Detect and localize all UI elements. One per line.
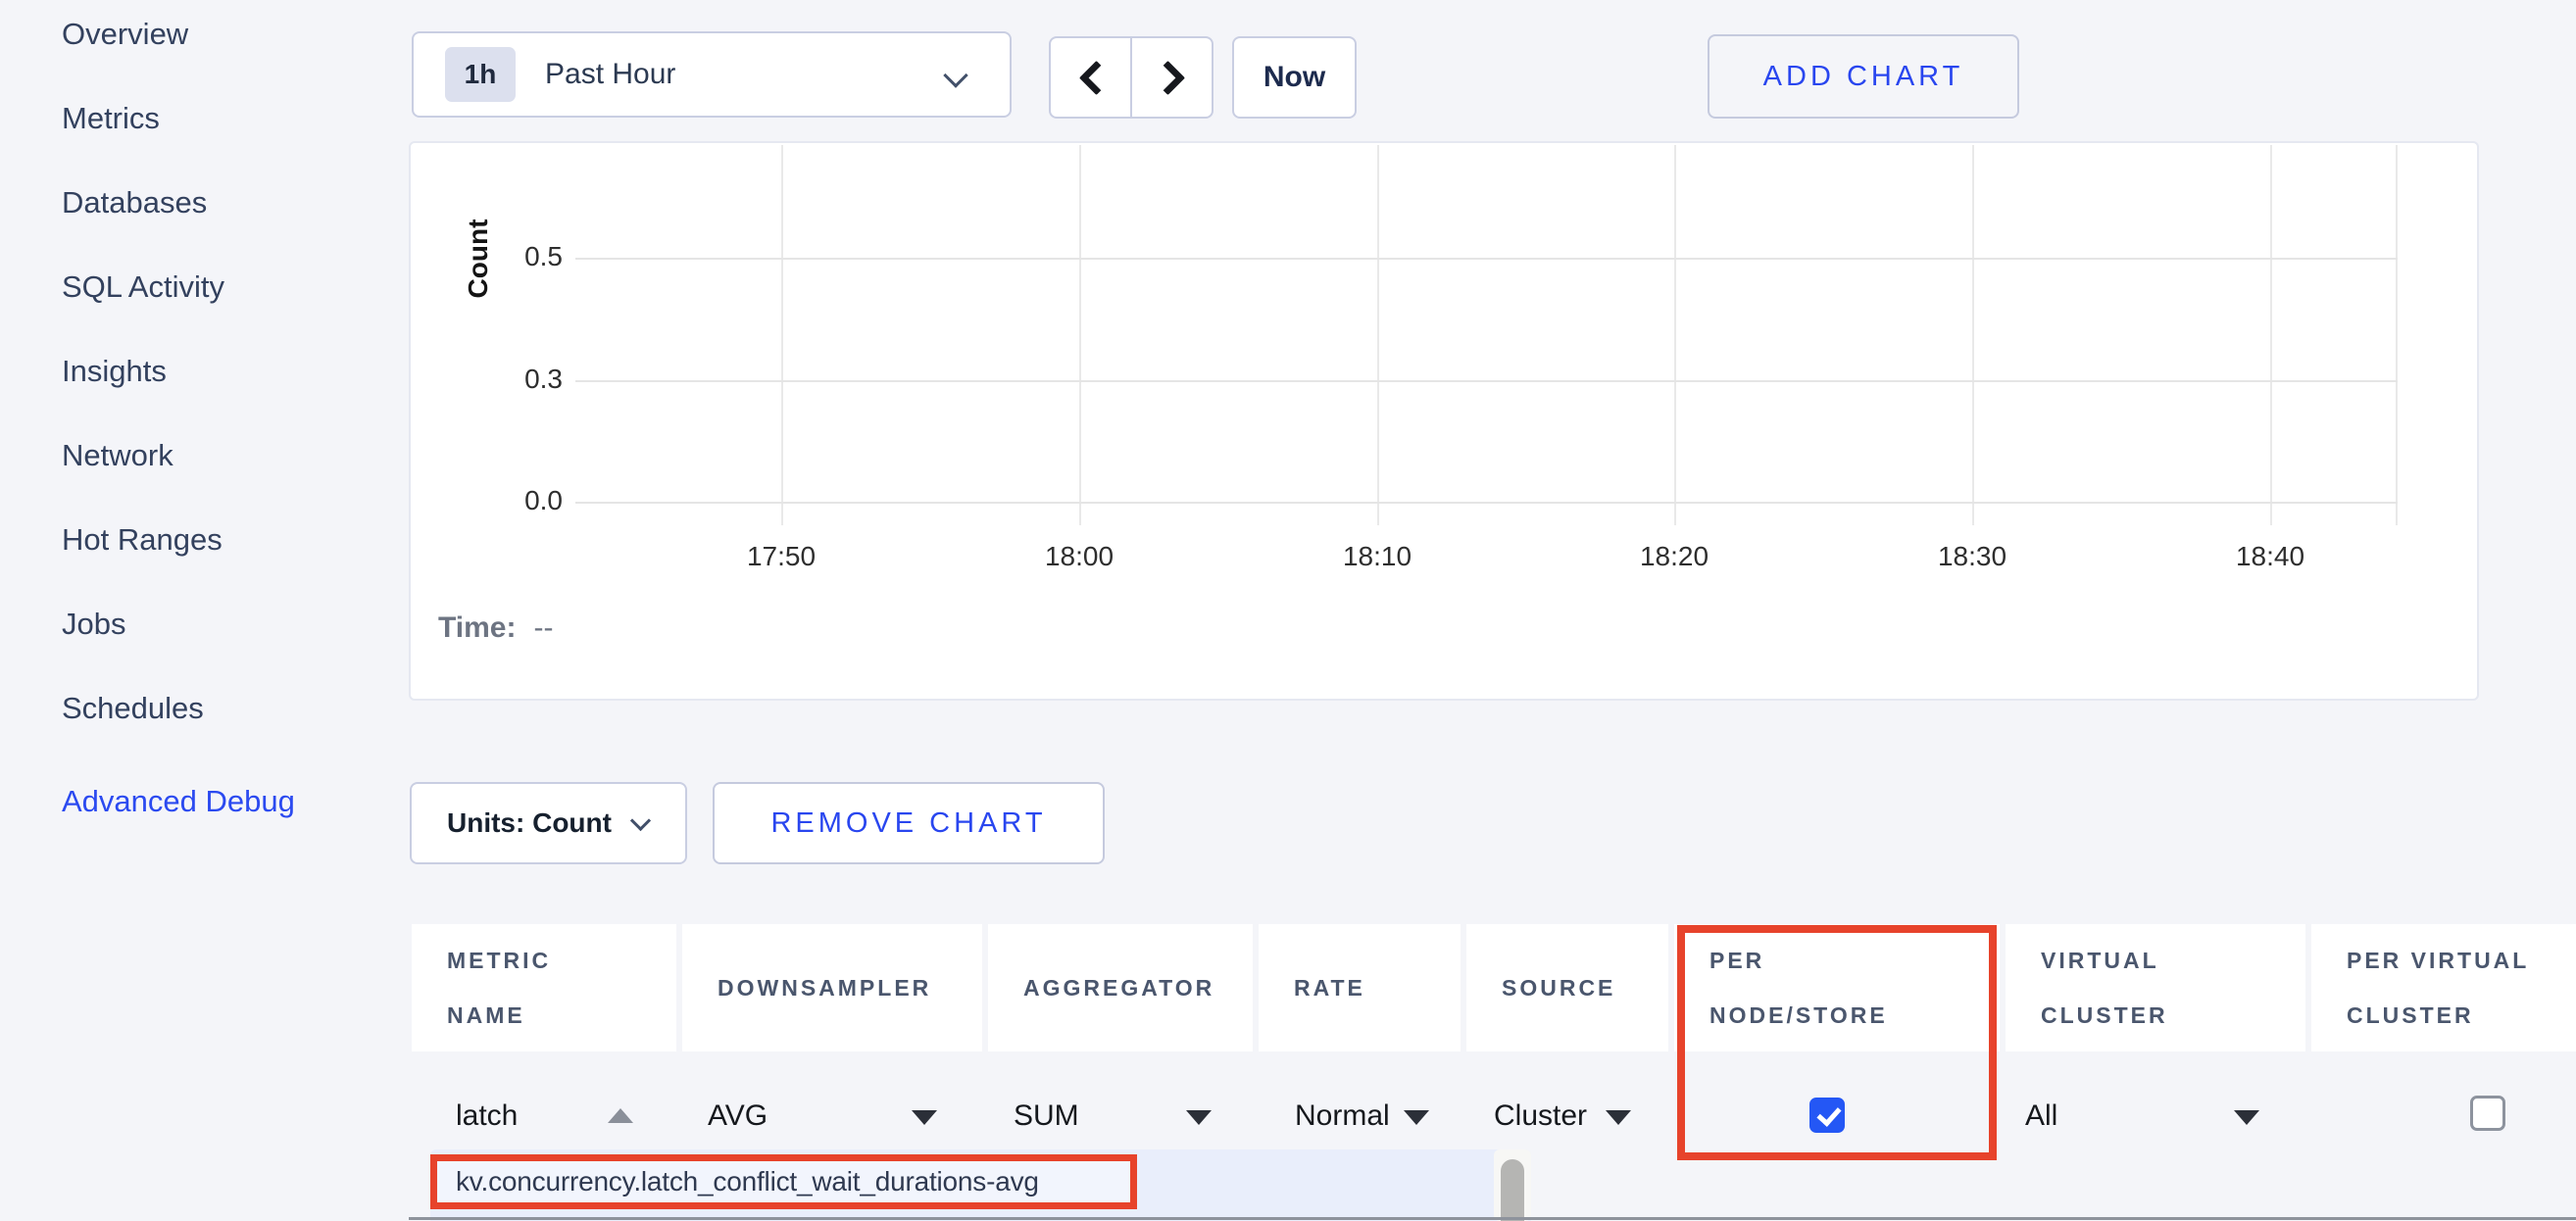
metric-suggestion-item[interactable]: kv.concurrency.latch_conflict_wait_durat… <box>430 1154 1137 1209</box>
gridline <box>2396 145 2398 525</box>
metric-autocomplete-dropdown: kv.concurrency.latch_conflict_wait_durat… <box>430 1149 1531 1221</box>
time-readout-label: Time: <box>438 611 516 644</box>
aggregator-select[interactable]: SUM <box>1014 1099 1079 1133</box>
sidebar-item-hot-ranges[interactable]: Hot Ranges <box>62 519 223 561</box>
metric-name-input[interactable]: latch <box>456 1099 518 1133</box>
time-readout-value: -- <box>533 611 553 644</box>
gridline <box>1674 145 1676 525</box>
column-header-source: SOURCE <box>1466 924 1668 1051</box>
gridline <box>575 380 2398 382</box>
column-header-per-virtual-cluster: PER VIRTUAL CLUSTER <box>2311 924 2576 1051</box>
sidebar-item-network[interactable]: Network <box>62 435 173 476</box>
now-button[interactable]: Now <box>1232 36 1357 119</box>
gridline <box>1079 145 1081 525</box>
x-axis-tick: 17:50 <box>713 541 850 572</box>
column-header-virtual-cluster: VIRTUAL CLUSTER <box>2006 924 2305 1051</box>
previous-time-button[interactable] <box>1051 38 1132 117</box>
hover-time-readout: Time: -- <box>438 611 553 645</box>
time-step-buttons <box>1049 36 1214 119</box>
sidebar: Overview Metrics Databases SQL Activity … <box>0 0 392 1221</box>
sidebar-item-schedules[interactable]: Schedules <box>62 688 204 729</box>
source-select[interactable]: Cluster <box>1494 1099 1587 1133</box>
time-window-label: Past Hour <box>545 58 675 91</box>
column-header-metric-name: METRIC NAME <box>412 924 676 1051</box>
x-axis-tick: 18:00 <box>1011 541 1148 572</box>
units-dropdown[interactable]: Units: Count <box>410 782 687 864</box>
add-chart-button[interactable]: ADD CHART <box>1708 34 2019 119</box>
x-axis-tick: 18:20 <box>1606 541 1743 572</box>
dropdown-arrow-icon[interactable] <box>1404 1110 1429 1125</box>
column-header-rate: RATE <box>1259 924 1461 1051</box>
sidebar-item-databases[interactable]: Databases <box>62 182 207 223</box>
virtual-cluster-select[interactable]: All <box>2025 1099 2057 1133</box>
x-axis-tick: 18:10 <box>1309 541 1446 572</box>
sidebar-item-advanced-debug[interactable]: Advanced Debug <box>62 781 295 822</box>
per-node-store-checkbox[interactable] <box>1809 1098 1845 1133</box>
chevron-left-icon <box>1079 61 1114 95</box>
sidebar-item-metrics[interactable]: Metrics <box>62 98 160 139</box>
y-axis-tick: 0.0 <box>470 485 563 516</box>
dropdown-arrow-icon[interactable] <box>1606 1110 1631 1125</box>
downsampler-select[interactable]: AVG <box>708 1099 768 1133</box>
column-header-per-node-store: PER NODE/STORE <box>1674 924 2000 1051</box>
sort-up-icon[interactable] <box>608 1108 633 1123</box>
gridline <box>2270 145 2272 525</box>
units-dropdown-label: Units: Count <box>447 807 612 839</box>
dropdown-arrow-icon[interactable] <box>912 1110 937 1125</box>
advanced-debug-custom-chart-page: Overview Metrics Databases SQL Activity … <box>0 0 2576 1221</box>
metric-suggestion-label: kv.concurrency.latch_conflict_wait_durat… <box>456 1166 1039 1197</box>
scrollbar-thumb[interactable] <box>1501 1159 1524 1221</box>
sidebar-item-insights[interactable]: Insights <box>62 351 167 392</box>
gridline <box>1972 145 1974 525</box>
sidebar-item-jobs[interactable]: Jobs <box>62 604 125 645</box>
dropdown-arrow-icon[interactable] <box>2234 1110 2259 1125</box>
dropdown-arrow-icon[interactable] <box>1186 1110 1212 1125</box>
dropdown-scrollbar[interactable] <box>1494 1149 1531 1221</box>
per-virtual-cluster-checkbox[interactable] <box>2470 1096 2505 1131</box>
time-window-badge: 1h <box>445 47 516 102</box>
sidebar-item-sql-activity[interactable]: SQL Activity <box>62 267 224 308</box>
time-range-dropdown[interactable]: 1h Past Hour <box>412 31 1012 118</box>
column-header-aggregator: AGGREGATOR <box>988 924 1253 1051</box>
divider <box>409 1217 2576 1220</box>
y-axis-tick: 0.5 <box>470 241 563 272</box>
x-axis-tick: 18:40 <box>2202 541 2339 572</box>
gridline <box>575 502 2398 504</box>
gridline <box>781 145 783 525</box>
remove-chart-button[interactable]: REMOVE CHART <box>713 782 1105 864</box>
rate-select[interactable]: Normal <box>1295 1099 1390 1133</box>
custom-chart: Count 0.5 0.3 0.0 17:50 18:00 18:10 18:2… <box>409 141 2479 701</box>
chevron-right-icon <box>1151 61 1185 95</box>
sidebar-item-overview[interactable]: Overview <box>62 14 188 55</box>
chevron-down-icon <box>943 63 967 87</box>
y-axis-tick: 0.3 <box>470 364 563 395</box>
gridline <box>575 258 2398 260</box>
chevron-down-icon <box>630 809 651 830</box>
gridline <box>1377 145 1379 525</box>
column-header-downsampler: DOWNSAMPLER <box>682 924 982 1051</box>
x-axis-tick: 18:30 <box>1904 541 2041 572</box>
next-time-button[interactable] <box>1132 38 1212 117</box>
